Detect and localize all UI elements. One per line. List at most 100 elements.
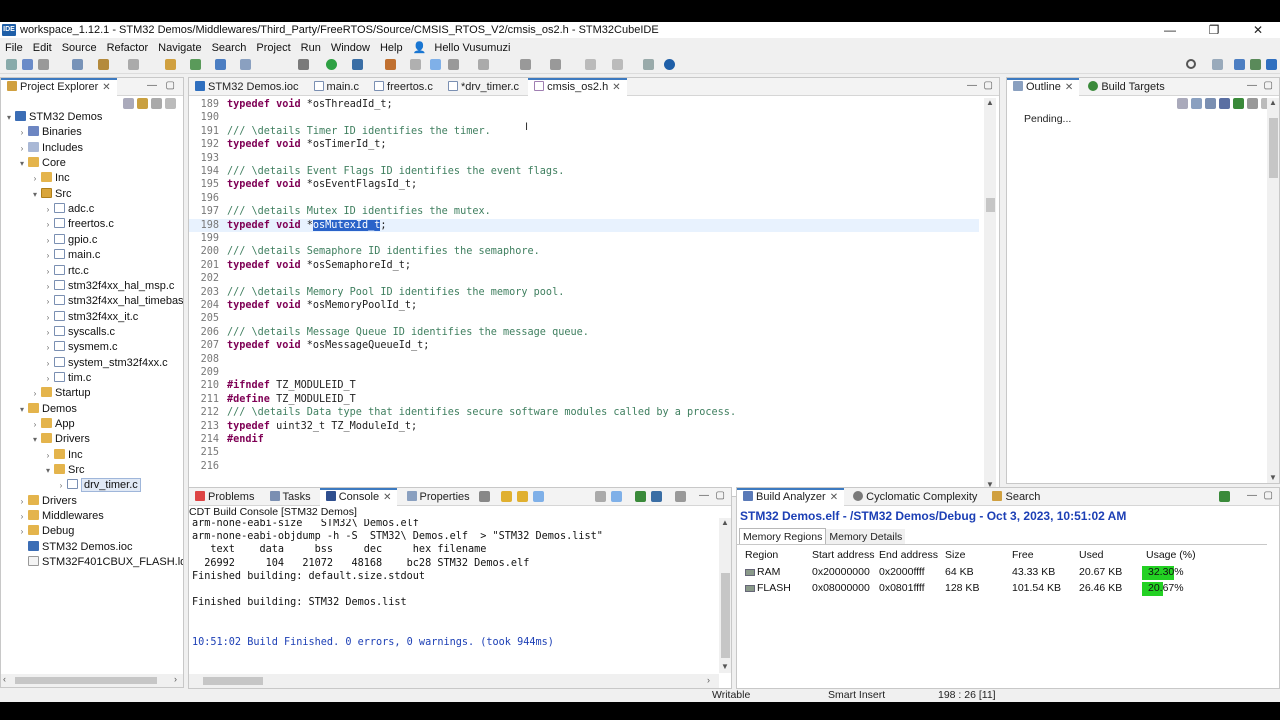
- search-tool-icon[interactable]: [410, 59, 421, 70]
- code-line[interactable]: 193: [189, 152, 979, 165]
- console-icon[interactable]: [215, 59, 226, 70]
- collapse-all-icon[interactable]: [1177, 98, 1188, 109]
- tree-item[interactable]: › Drivers: [1, 494, 77, 509]
- tree-item[interactable]: › App: [1, 417, 75, 432]
- tree-item[interactable]: › system_stm32f4xx.c: [1, 356, 168, 371]
- menu-edit[interactable]: Edit: [28, 42, 57, 54]
- filter-icon[interactable]: [151, 98, 162, 109]
- code-line[interactable]: 200 /// \details Semaphore ID identifies …: [189, 245, 979, 258]
- clear-console-icon[interactable]: [595, 491, 606, 502]
- tree-item[interactable]: › adc.c: [1, 202, 94, 217]
- terminate-icon[interactable]: [479, 491, 490, 502]
- editor-tab-ioc[interactable]: STM32 Demos.ioc: [189, 78, 304, 96]
- chevron-right-icon[interactable]: ›: [43, 448, 53, 463]
- code-line[interactable]: 204 typedef void *osMemoryPoolId_t;: [189, 299, 979, 312]
- menu-file[interactable]: File: [0, 42, 28, 54]
- tab-build-targets[interactable]: Build Targets: [1082, 78, 1170, 96]
- console-hscrollbar[interactable]: ›: [189, 674, 719, 688]
- hide-fields-icon[interactable]: [1205, 98, 1216, 109]
- explorer-hscroll-thumb[interactable]: [15, 677, 157, 684]
- tree-item[interactable]: › stm32f4xx_hal_timebase_t: [1, 294, 183, 309]
- editor-tab-drv-timer[interactable]: *drv_timer.c: [442, 78, 525, 96]
- code-line[interactable]: 195 typedef void *osEventFlagsId_t;: [189, 178, 979, 191]
- tree-item[interactable]: ▾ Core: [1, 156, 66, 171]
- console-vscrollbar[interactable]: ▲ ▼: [719, 518, 731, 673]
- code-line[interactable]: 206 /// \details Message Queue ID identif…: [189, 326, 979, 339]
- save-icon[interactable]: [22, 59, 33, 70]
- table-row[interactable]: RAM 0x20000000 0x2000ffff 64 KB 43.33 KB 20.6…: [737, 565, 1267, 581]
- tab-cyclomatic-complexity[interactable]: Cyclomatic Complexity: [847, 488, 983, 506]
- code-line[interactable]: 190: [189, 111, 979, 124]
- minimize-view-icon[interactable]: —: [1247, 490, 1257, 501]
- tree-item[interactable]: › syscalls.c: [1, 325, 115, 340]
- run-icon[interactable]: [326, 59, 337, 70]
- save-all-icon[interactable]: [38, 59, 49, 70]
- tree-item[interactable]: ▾ Src: [1, 463, 85, 478]
- scroll-up-icon[interactable]: ▲: [986, 98, 994, 107]
- chevron-right-icon[interactable]: ›: [17, 509, 27, 524]
- collapse-all-icon[interactable]: [123, 98, 134, 109]
- col-start-address[interactable]: Start address: [812, 548, 874, 563]
- tree-item[interactable]: ▾ Src: [1, 187, 72, 202]
- close-tab-icon[interactable]: ✕: [102, 82, 110, 93]
- console-output[interactable]: arm-none-eabi-size STM32\ Demos.elf arm-n…: [189, 519, 719, 669]
- tree-item[interactable]: › Inc: [1, 171, 70, 186]
- close-tab-icon[interactable]: ✕: [612, 82, 620, 93]
- link-editor-icon[interactable]: [137, 98, 148, 109]
- menu-source[interactable]: Source: [57, 42, 102, 54]
- tab-project-explorer[interactable]: Project Explorer ✕: [1, 78, 117, 96]
- open-console-icon[interactable]: [651, 491, 662, 502]
- tree-item[interactable]: › gpio.c: [1, 233, 97, 248]
- tab-search[interactable]: Search: [986, 488, 1046, 506]
- gear-debug-icon[interactable]: [298, 59, 309, 70]
- code-line[interactable]: 210 #ifndef TZ_MODULEID_T: [189, 379, 979, 392]
- col-used[interactable]: Used: [1079, 548, 1104, 563]
- code-line[interactable]: 208: [189, 353, 979, 366]
- clean-icon[interactable]: [128, 59, 139, 70]
- editor-tab-cmsis-os2[interactable]: cmsis_os2.h ✕: [528, 78, 627, 96]
- block-select-icon[interactable]: [448, 59, 459, 70]
- terminal-icon[interactable]: [240, 59, 251, 70]
- chevron-down-icon[interactable]: ▾: [30, 432, 40, 447]
- chevron-right-icon[interactable]: ›: [17, 494, 27, 509]
- sort-icon[interactable]: [1191, 98, 1202, 109]
- tree-item[interactable]: › stm32f4xx_hal_msp.c: [1, 279, 174, 294]
- scroll-left-icon[interactable]: ‹: [3, 674, 6, 684]
- chevron-right-icon[interactable]: ›: [17, 141, 27, 156]
- scroll-right-icon[interactable]: ›: [707, 675, 710, 685]
- view-menu-icon[interactable]: [165, 98, 176, 109]
- code-line[interactable]: 212 /// \details Data type that identifie…: [189, 406, 979, 419]
- maximize-view-icon[interactable]: ▢: [1264, 80, 1273, 91]
- code-line[interactable]: 214 #endif: [189, 433, 979, 446]
- menu-run[interactable]: Run: [296, 42, 326, 54]
- explorer-hscrollbar[interactable]: ‹ ›: [1, 674, 183, 687]
- outline-vscroll-thumb[interactable]: [1269, 118, 1278, 178]
- tab-console[interactable]: Console ✕: [319, 488, 398, 506]
- code-line[interactable]: 189 typedef void *osThreadId_t;: [189, 98, 979, 111]
- toggle-mark-icon[interactable]: [430, 59, 441, 70]
- scroll-down-icon[interactable]: ▼: [1269, 473, 1277, 482]
- tree-item[interactable]: › tim.c: [1, 371, 91, 386]
- editor-tab-main[interactable]: main.c: [308, 78, 365, 96]
- chevron-right-icon[interactable]: ›: [17, 524, 27, 539]
- new-console-view-icon[interactable]: [675, 491, 686, 502]
- tree-item[interactable]: › freertos.c: [1, 217, 114, 232]
- refresh-icon[interactable]: [190, 59, 201, 70]
- chevron-right-icon[interactable]: ›: [43, 356, 53, 371]
- hide-static-icon[interactable]: [1219, 98, 1230, 109]
- chevron-right-icon[interactable]: ›: [43, 294, 53, 309]
- menu-user[interactable]: 👤 Hello Vusumuzi: [408, 41, 521, 54]
- outline-vscrollbar[interactable]: ▲ ▼: [1267, 98, 1279, 483]
- code-line[interactable]: 215: [189, 446, 979, 459]
- tab-tasks[interactable]: Tasks: [264, 488, 317, 506]
- minimize-view-icon[interactable]: —: [147, 80, 157, 91]
- chevron-right-icon[interactable]: ›: [43, 217, 53, 232]
- console-hscroll-thumb[interactable]: [203, 677, 263, 685]
- next-annotation-icon[interactable]: [520, 59, 531, 70]
- tab-outline[interactable]: Outline ✕: [1007, 78, 1080, 96]
- tree-item[interactable]: STM32 Demos.ioc: [1, 540, 132, 555]
- tree-item[interactable]: › Debug: [1, 524, 74, 539]
- info-icon[interactable]: [664, 59, 675, 70]
- word-wrap-icon[interactable]: [517, 491, 528, 502]
- code-line[interactable]: 198 typedef void *osMutexId_t;: [189, 218, 979, 232]
